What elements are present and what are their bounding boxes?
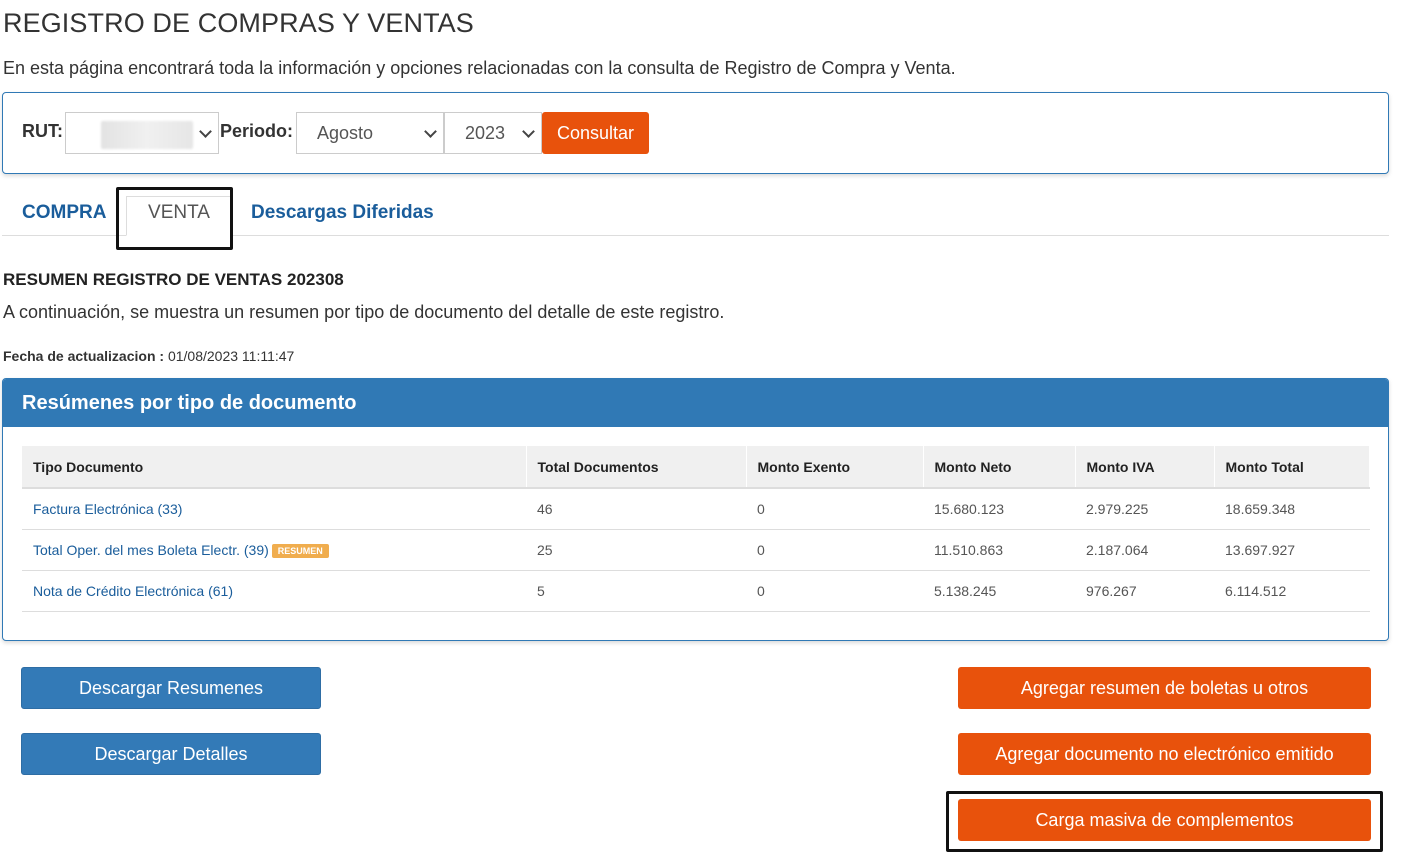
monto-total-cell: 13.697.927 — [1214, 529, 1370, 571]
neto-cell: 15.680.123 — [923, 488, 1075, 530]
summary-description: A continuación, se muestra un resumen po… — [3, 302, 725, 322]
document-type-link[interactable]: Total Oper. del mes Boleta Electr. (39) — [33, 542, 269, 558]
periodo-label: Periodo: — [220, 121, 294, 141]
iva-cell: 976.267 — [1075, 570, 1214, 612]
total-cell: 46 — [526, 488, 746, 530]
agregar-documento-no-electronico-button[interactable]: Agregar documento no electrónico emitido — [958, 733, 1371, 775]
tipo-cell: Factura Electrónica (33) — [22, 488, 526, 530]
descargar-resumenes-button[interactable]: Descargar Resumenes — [21, 667, 321, 709]
exento-cell: 0 — [746, 529, 923, 571]
table-row: Nota de Crédito Electrónica (61) 5 0 5.1… — [22, 570, 1370, 612]
chevron-down-icon — [522, 125, 535, 138]
tipo-cell: Total Oper. del mes Boleta Electr. (39) R… — [22, 529, 526, 571]
iva-cell: 2.187.064 — [1075, 529, 1214, 571]
filter-panel: RUT: Periodo: Agosto 2023 Consultar — [2, 92, 1389, 174]
page-title: REGISTRO DE COMPRAS Y VENTAS — [3, 8, 474, 38]
rut-select[interactable] — [65, 112, 219, 154]
column-header: Monto Total — [1214, 446, 1370, 489]
summary-panel-title: Resúmenes por tipo de documento — [3, 379, 1388, 427]
iva-cell: 2.979.225 — [1075, 488, 1214, 530]
column-header: Monto Exento — [746, 446, 924, 489]
table-header-row: Tipo Documento Total Documentos Monto Ex… — [22, 446, 1370, 489]
year-select-value: 2023 — [465, 123, 506, 143]
descargar-detalles-button[interactable]: Descargar Detalles — [21, 733, 321, 775]
total-cell: 5 — [526, 570, 746, 612]
month-select-value: Agosto — [317, 123, 374, 143]
carga-masiva-highlight — [946, 791, 1383, 852]
month-select[interactable]: Agosto — [296, 112, 444, 154]
summary-panel: Resúmenes por tipo de documento Tipo Doc… — [2, 378, 1389, 641]
summary-table: Tipo Documento Total Documentos Monto Ex… — [22, 446, 1370, 612]
column-header: Monto Neto — [923, 446, 1076, 489]
column-header: Tipo Documento — [22, 446, 527, 489]
chevron-down-icon — [199, 125, 212, 138]
resumen-badge: RESUMEN — [271, 543, 329, 558]
exento-cell: 0 — [746, 570, 923, 612]
neto-cell: 11.510.863 — [923, 529, 1075, 571]
exento-cell: 0 — [746, 488, 923, 530]
agregar-resumen-boletas-button[interactable]: Agregar resumen de boletas u otros — [958, 667, 1371, 709]
update-timestamp: Fecha de actualizacion : 01/08/2023 11:1… — [3, 348, 294, 364]
chevron-down-icon — [424, 125, 437, 138]
monto-total-cell: 18.659.348 — [1214, 488, 1370, 530]
venta-tab-highlight — [116, 187, 233, 250]
rut-label: RUT: — [22, 121, 63, 141]
table-row: Total Oper. del mes Boleta Electr. (39) R… — [22, 529, 1370, 571]
page-description: En esta página encontrará toda la inform… — [3, 58, 956, 78]
document-type-link[interactable]: Nota de Crédito Electrónica (61) — [33, 583, 233, 599]
neto-cell: 5.138.245 — [923, 570, 1075, 612]
summary-title: RESUMEN REGISTRO DE VENTAS 202308 — [3, 270, 344, 289]
column-header: Monto IVA — [1075, 446, 1215, 489]
document-type-link[interactable]: Factura Electrónica (33) — [33, 501, 182, 517]
consultar-button[interactable]: Consultar — [542, 112, 649, 154]
tab-compra[interactable]: COMPRA — [22, 202, 106, 224]
tipo-cell: Nota de Crédito Electrónica (61) — [22, 570, 526, 612]
monto-total-cell: 6.114.512 — [1214, 570, 1370, 612]
table-row: Factura Electrónica (33) 46 0 15.680.123… — [22, 488, 1370, 530]
year-select[interactable]: 2023 — [444, 112, 542, 154]
total-cell: 25 — [526, 529, 746, 571]
rut-redacted-value — [101, 121, 193, 149]
update-label: Fecha de actualizacion : — [3, 348, 165, 364]
tab-descargas-diferidas[interactable]: Descargas Diferidas — [251, 202, 434, 224]
update-value: 01/08/2023 11:11:47 — [167, 348, 295, 364]
column-header: Total Documentos — [526, 446, 747, 489]
